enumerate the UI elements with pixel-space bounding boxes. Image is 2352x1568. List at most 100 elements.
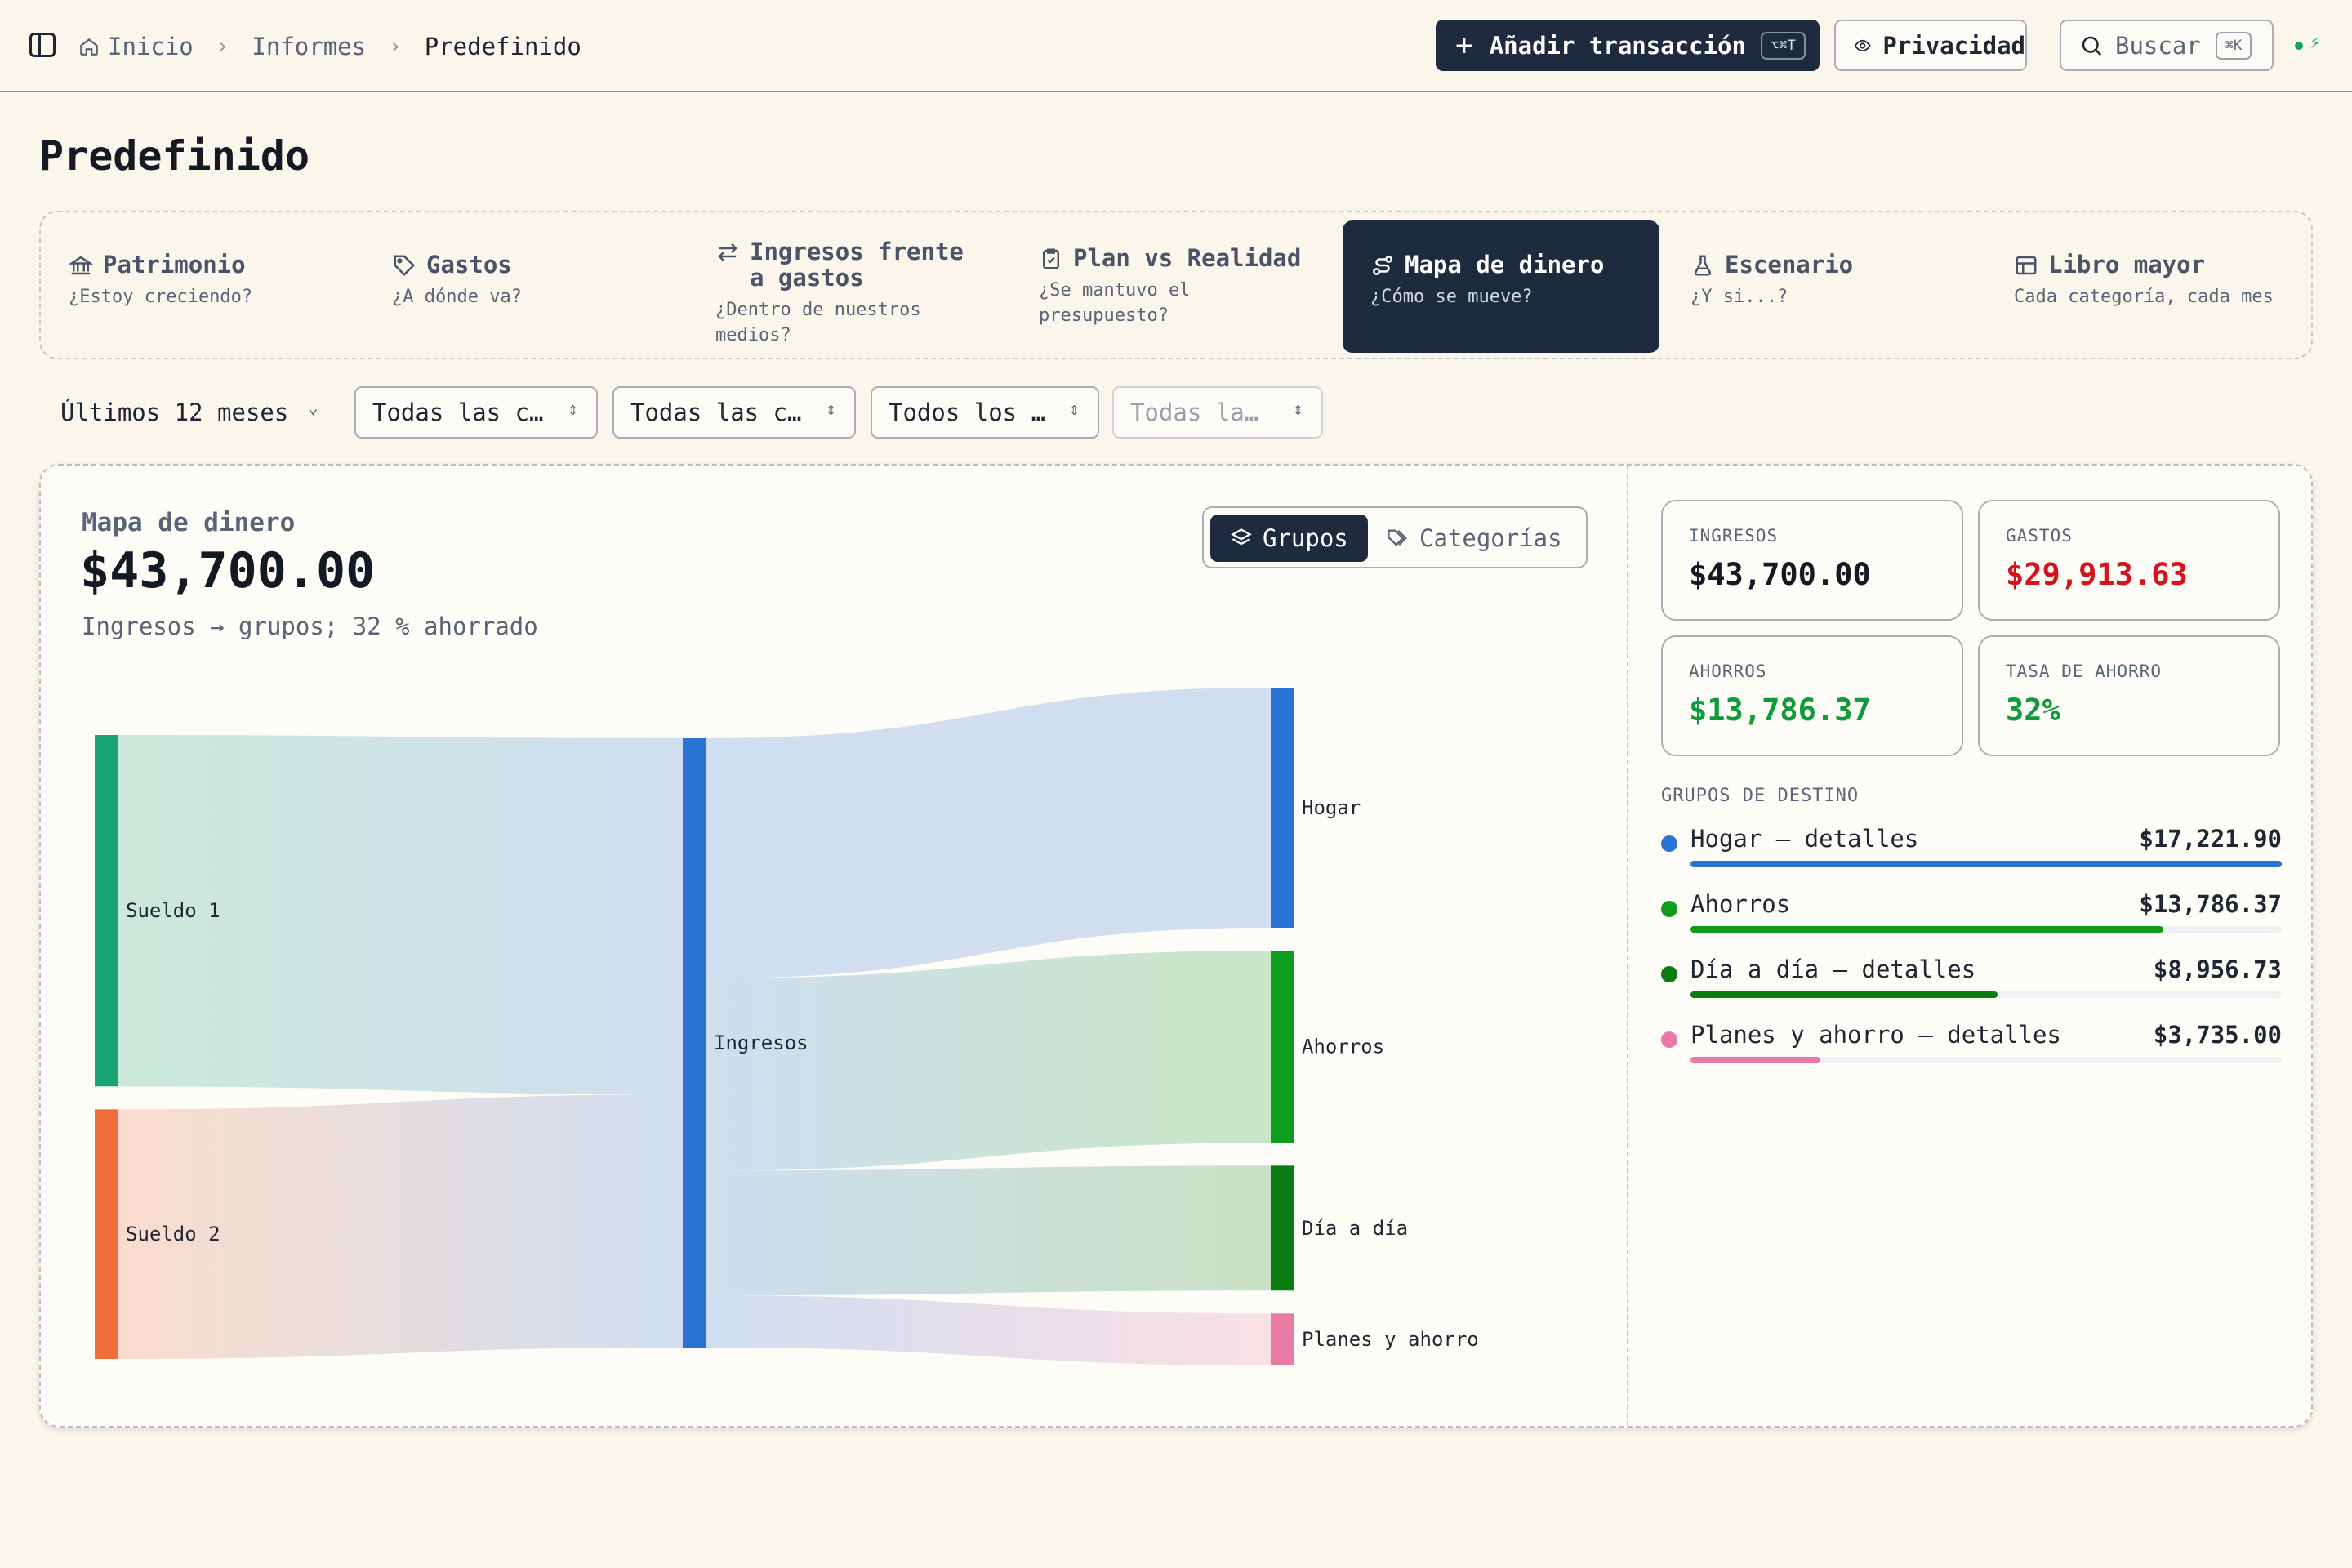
sankey-link-ahorros — [706, 950, 1271, 1171]
group-bar-fill — [1690, 1057, 1821, 1063]
expenses-stat-label: GASTOS — [2006, 526, 2073, 546]
sankey-label-sueldo-2: Sueldo 2 — [126, 1223, 220, 1245]
tab-mapa-dinero[interactable]: Mapa de dinero ¿Cómo se mueve? — [1343, 220, 1659, 353]
categories-select-value: Todas las c… — [630, 399, 802, 426]
view-categories-label: Categorías — [1419, 524, 1562, 552]
sankey-label-hogar: Hogar — [1302, 796, 1361, 819]
tab-patrimonio[interactable]: Patrimonio ¿Estoy creciendo? — [41, 220, 361, 353]
group-bar-track — [1690, 991, 2282, 998]
status-dot-icon — [2295, 42, 2303, 50]
all-select[interactable]: Todos los … ⇕ — [871, 386, 1099, 439]
breadcrumb-home-label: Inicio — [108, 32, 194, 60]
view-toggle: Grupos Categorías — [1202, 506, 1588, 568]
group-color-dot — [1661, 835, 1677, 852]
clipboard-check-icon — [1043, 248, 1059, 270]
group-name: Ahorros — [1690, 890, 1791, 918]
tab-subtitle: ¿Cómo se mueve? — [1370, 287, 1533, 307]
sankey-node-hogar[interactable] — [1271, 688, 1294, 928]
chevron-right-icon: › — [389, 33, 402, 59]
money-map-card: Sueldo 1 Sueldo 2 Ingresos Hogar Ahorros Día … — [39, 464, 2313, 1428]
breadcrumb-reports[interactable]: Informes — [252, 33, 366, 60]
sankey-label-dia-a-dia: Día a día — [1302, 1217, 1408, 1240]
search-icon — [2082, 36, 2102, 56]
accounts-select[interactable]: Todas las c… ⇕ — [354, 386, 598, 439]
chevron-down-icon: ⌄ — [307, 398, 318, 418]
bolt-icon: ⚡ — [2310, 33, 2321, 53]
tab-subtitle: ¿Estoy creciendo? — [69, 287, 253, 307]
breadcrumb-current: Predefinido — [425, 33, 581, 60]
group-bar-track — [1690, 1057, 2282, 1063]
tab-label: Libro mayor — [2048, 251, 2206, 278]
tab-subtitle: Cada categoría, cada mes — [2014, 287, 2274, 307]
group-amount: $3,735.00 — [2153, 1021, 2282, 1049]
expenses-stat-value: $29,913.63 — [2006, 557, 2188, 592]
add-transaction-label: Añadir transacción — [1489, 31, 1746, 60]
view-groups-button[interactable]: Grupos — [1210, 514, 1368, 562]
sankey-node-sueldo-1[interactable] — [95, 735, 118, 1087]
sankey-node-ahorros[interactable] — [1271, 950, 1294, 1143]
tab-libro-mayor[interactable]: Libro mayor Cada categoría, cada mes — [1986, 220, 2310, 353]
tab-plan-realidad[interactable]: Plan vs Realidad ¿Se mantuvo el presupue… — [1011, 220, 1331, 353]
breadcrumb-home[interactable]: Inicio — [78, 33, 194, 60]
savings-rate-stat-label: TASA DE AHORRO — [2006, 662, 2163, 681]
route-icon — [1373, 256, 1392, 275]
sankey-node-ingresos[interactable] — [683, 738, 706, 1348]
group-amount: $13,786.37 — [2139, 890, 2282, 918]
savings-stat: AHORROS $13,786.37 — [1661, 635, 1963, 756]
chevron-up-down-icon: ⇕ — [825, 399, 836, 420]
expenses-stat: GASTOS $29,913.63 — [1978, 500, 2280, 621]
tags-select: Todas la… ⇕ — [1112, 386, 1323, 439]
savings-stat-value: $13,786.37 — [1689, 693, 1871, 728]
sankey-node-sueldo-2[interactable] — [95, 1109, 118, 1359]
group-row[interactable]: Ahorros $13,786.37 — [1661, 890, 2282, 939]
search-button[interactable]: Buscar ⌘K — [2060, 20, 2274, 71]
income-stat-label: INGRESOS — [1689, 526, 1779, 546]
tab-subtitle: ¿Y si...? — [1690, 287, 1788, 307]
sankey-link-hogar — [706, 688, 1271, 978]
sankey-label-ingresos: Ingresos — [714, 1031, 808, 1054]
privacy-button[interactable]: Privacidad — [1834, 20, 2027, 71]
group-amount: $17,221.90 — [2139, 825, 2282, 853]
search-label: Buscar — [2115, 31, 2201, 60]
tab-subtitle: ¿Dentro de nuestros medios? — [715, 300, 921, 345]
income-stat: INGRESOS $43,700.00 — [1661, 500, 1963, 621]
period-select[interactable]: Últimos 12 meses ⌄ — [39, 386, 336, 439]
breadcrumb: Inicio › Informes › Predefinido — [78, 0, 581, 92]
view-categories-button[interactable]: Categorías — [1367, 514, 1582, 562]
categories-select[interactable]: Todas las c… ⇕ — [612, 386, 856, 439]
top-bar: Inicio › Informes › Predefinido + Añadir… — [0, 0, 2352, 92]
eye-icon — [1854, 39, 1871, 51]
chevron-up-down-icon: ⇕ — [1068, 399, 1080, 420]
group-color-dot — [1661, 966, 1677, 982]
tab-escenario[interactable]: Escenario ¿Y si...? — [1663, 220, 1983, 353]
sankey-node-planes-y-ahorro[interactable] — [1271, 1313, 1294, 1365]
tab-subtitle: ¿A dónde va? — [392, 287, 522, 307]
group-row[interactable]: Día a día — detalles $8,956.73 — [1661, 956, 2282, 1004]
tag-icon — [394, 255, 416, 277]
view-groups-label: Grupos — [1263, 524, 1348, 552]
report-tabs: Patrimonio ¿Estoy creciendo? Gastos ¿A d… — [39, 211, 2313, 359]
table-icon — [2016, 256, 2037, 275]
tab-label: Plan vs Realidad — [1073, 244, 1302, 272]
group-row[interactable]: Hogar — detalles $17,221.90 — [1661, 825, 2282, 874]
money-map-label: Mapa de dinero — [82, 508, 296, 537]
tab-label: Patrimonio — [103, 251, 246, 278]
privacy-label: Privacidad — [1882, 31, 2025, 60]
flask-icon — [1694, 255, 1712, 276]
group-name: Hogar — detalles — [1690, 825, 1919, 853]
sankey-link-planes-y-ahorro — [706, 1295, 1271, 1365]
tab-subtitle: ¿Se mantuvo el presupuesto? — [1039, 280, 1191, 326]
breadcrumb-reports-label: Informes — [252, 32, 367, 60]
destination-groups-heading: GRUPOS DE DESTINO — [1661, 786, 1860, 806]
chevron-up-down-icon: ⇕ — [1292, 399, 1303, 420]
sankey-label-ahorros: Ahorros — [1302, 1036, 1384, 1058]
group-row[interactable]: Planes y ahorro — detalles $3,735.00 — [1661, 1021, 2282, 1070]
tab-ingresos-gastos[interactable]: Ingresos frente a gastos ¿Dentro de nues… — [688, 220, 1008, 353]
page-title: Predefinido — [39, 132, 310, 180]
chevron-right-icon: › — [216, 33, 229, 59]
tab-label: Ingresos frente a gastos — [750, 238, 964, 292]
add-transaction-button[interactable]: + Añadir transacción ⌥⌘T — [1436, 20, 1820, 71]
sankey-node-dia-a-dia[interactable] — [1271, 1165, 1294, 1291]
sidebar-toggle-icon[interactable] — [29, 33, 56, 57]
tab-gastos[interactable]: Gastos ¿A dónde va? — [364, 220, 684, 353]
